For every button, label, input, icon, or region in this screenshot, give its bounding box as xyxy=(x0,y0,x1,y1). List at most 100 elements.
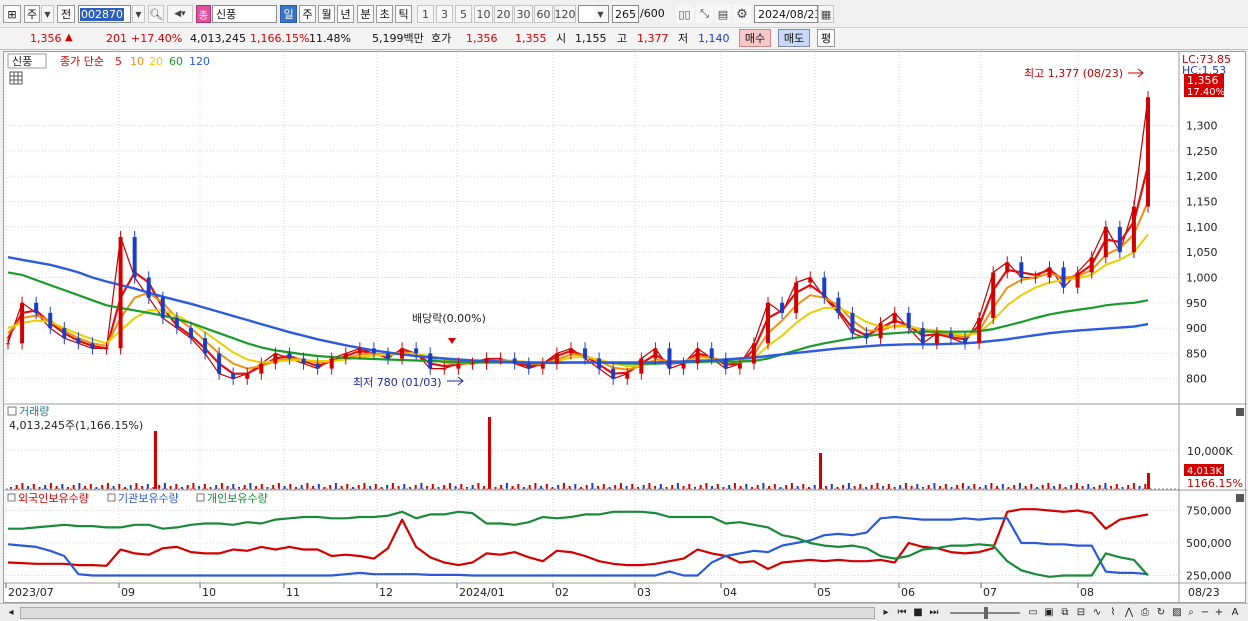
draw-tool-icon[interactable]: ⤡ xyxy=(696,5,713,23)
interval-10-button[interactable]: 10 xyxy=(474,5,493,23)
pattern-icon[interactable]: ⋀ xyxy=(1123,606,1135,619)
market-select[interactable]: 주 xyxy=(24,5,40,23)
volume-bar xyxy=(984,485,987,489)
interval-20-button[interactable]: 20 xyxy=(494,5,513,23)
line-tool-icon[interactable]: ∿ xyxy=(1091,606,1103,619)
search-icon-bottom[interactable]: ⌕ xyxy=(1185,606,1197,619)
holdings-line-외국인보유수량 xyxy=(7,508,1149,571)
interval-60-button[interactable]: 60 xyxy=(534,5,553,23)
interval-30-button[interactable]: 30 xyxy=(514,5,533,23)
window-menu-icon[interactable]: ⊞ xyxy=(3,5,21,23)
x-axis-label: 2024/01 xyxy=(459,586,505,599)
line-10 xyxy=(7,201,1149,371)
custom-interval-dropdown-icon[interactable]: ▼ xyxy=(594,6,607,22)
legend-ma10[interactable]: 10 xyxy=(130,55,144,68)
tile-icon[interactable]: ▭ xyxy=(1027,606,1039,619)
volume-bar xyxy=(733,483,736,489)
stock-chart[interactable]: 신풍 종가 단순 5 10 20 60 120 최고 1,377 (08/23)… xyxy=(4,52,1247,604)
date-input[interactable]: 2024/08/23 xyxy=(754,5,818,23)
volume-bar xyxy=(540,486,543,489)
calendar-icon[interactable]: ▦ xyxy=(818,5,834,23)
interval-120-button[interactable]: 120 xyxy=(554,5,576,23)
compare-icon[interactable]: ⌇ xyxy=(1107,606,1119,619)
count-input[interactable]: 265 xyxy=(612,5,639,23)
code-dropdown-icon[interactable]: ▼ xyxy=(132,5,145,23)
candle-body xyxy=(977,317,982,344)
period-second-tab[interactable]: 초 xyxy=(376,5,393,23)
stop-icon[interactable]: ■ xyxy=(912,606,924,619)
sell-button[interactable]: 매도 xyxy=(778,29,810,47)
volume-pane-title[interactable]: 거래량 xyxy=(19,405,49,418)
volume-spike-bar xyxy=(154,431,157,489)
evaluate-button[interactable]: 평 xyxy=(817,29,835,47)
period-tick-tab[interactable]: 틱 xyxy=(395,5,412,23)
volume-close-icon[interactable] xyxy=(1236,408,1244,416)
legend-indiv-icon xyxy=(196,493,205,502)
speaker-icon[interactable]: ◀▾ xyxy=(167,5,193,23)
interval-5-button[interactable]: 5 xyxy=(455,5,472,23)
high-price: 1,377 xyxy=(637,32,669,45)
prev-button[interactable]: 전 xyxy=(57,5,75,23)
period-week-tab[interactable]: 주 xyxy=(299,5,316,23)
volume-bar xyxy=(61,484,64,489)
image-icon[interactable]: ▨ xyxy=(1171,606,1183,619)
table-toggle-icon[interactable] xyxy=(9,71,23,85)
holdings-close-icon[interactable] xyxy=(1236,494,1244,502)
candle-body xyxy=(188,328,193,339)
period-minute-tab[interactable]: 분 xyxy=(357,5,374,23)
price-y-tick: 1,300 xyxy=(1186,120,1218,133)
holdings-y-tick: 500,000 xyxy=(1186,537,1232,550)
settings-gear-icon[interactable]: ⚙ xyxy=(733,5,751,23)
print-icon[interactable]: ⎙ xyxy=(1139,606,1151,619)
interval-1-button[interactable]: 1 xyxy=(417,5,434,23)
copy-icon[interactable]: ⧉ xyxy=(1059,606,1071,619)
stock-code-input[interactable]: 002870 xyxy=(78,5,131,23)
buy-button[interactable]: 매수 xyxy=(739,29,771,47)
scroll-left-icon[interactable]: ◂ xyxy=(5,606,17,619)
period-month-tab[interactable]: 월 xyxy=(318,5,335,23)
legend-foreign-holdings[interactable]: 외국인보유수량 xyxy=(18,492,89,505)
scroll-right-icon[interactable]: ▸ xyxy=(880,606,892,619)
hoga-label: 호가 xyxy=(431,32,452,45)
period-month-label: 월 xyxy=(321,8,332,21)
volume-bar xyxy=(186,485,189,489)
legend-individual-holdings[interactable]: 개인보유수량 xyxy=(207,492,268,505)
chart-scrollbar[interactable]: ◂ ▸ ⏮ ■ ⏭ ▭ ▣ ⧉ ⊟ ∿ ⌇ ⋀ ⎙ ↻ ▨ ⌕ − + A xyxy=(0,603,1248,621)
stock-name-field[interactable]: 신풍 xyxy=(212,5,277,23)
zoom-out-icon[interactable]: − xyxy=(1199,606,1211,619)
chart-container[interactable]: 신풍 종가 단순 5 10 20 60 120 최고 1,377 (08/23)… xyxy=(3,51,1247,604)
volume-bar xyxy=(961,483,964,489)
redo-icon[interactable]: ↻ xyxy=(1155,606,1167,619)
scroll-thumb[interactable] xyxy=(20,607,875,619)
candle-body xyxy=(90,343,95,349)
zoom-slider-thumb[interactable] xyxy=(984,607,988,619)
font-size-icon[interactable]: A xyxy=(1229,606,1241,619)
rewind-icon[interactable]: ⏮ xyxy=(896,606,908,619)
zoom-in-icon[interactable]: + xyxy=(1213,606,1225,619)
volume-bar xyxy=(49,483,52,489)
save-icon[interactable]: ▤ xyxy=(715,5,731,23)
forward-icon[interactable]: ⏭ xyxy=(928,606,940,619)
legend-ma20[interactable]: 20 xyxy=(149,55,163,68)
period-year-tab[interactable]: 년 xyxy=(337,5,354,23)
market-label: 주 xyxy=(26,8,38,21)
legend-ma5[interactable]: 5 xyxy=(115,55,122,68)
layout-icon[interactable]: ⊟ xyxy=(1075,606,1087,619)
stock-type-text: 종 xyxy=(198,10,209,22)
volume-bar xyxy=(676,483,679,489)
market-dropdown-icon[interactable]: ▼ xyxy=(41,5,54,23)
candle-style-icon[interactable]: ▯▯ xyxy=(676,5,693,23)
legend-ma120[interactable]: 120 xyxy=(189,55,210,68)
volume-bar xyxy=(659,484,662,489)
legend-ma60[interactable]: 60 xyxy=(169,55,183,68)
volume-bar xyxy=(163,483,166,489)
candle-body xyxy=(104,348,109,350)
period-day-tab[interactable]: 일 xyxy=(280,5,297,23)
split-icon[interactable]: ▣ xyxy=(1043,606,1055,619)
search-icon[interactable]: 🔍︎ xyxy=(148,5,164,23)
legend-institution-holdings[interactable]: 기관보유수량 xyxy=(118,492,179,505)
candle-body xyxy=(1019,262,1024,278)
candle-body xyxy=(1117,226,1122,253)
interval-3-button[interactable]: 3 xyxy=(436,5,453,23)
legend-name[interactable]: 신풍 xyxy=(12,55,32,68)
